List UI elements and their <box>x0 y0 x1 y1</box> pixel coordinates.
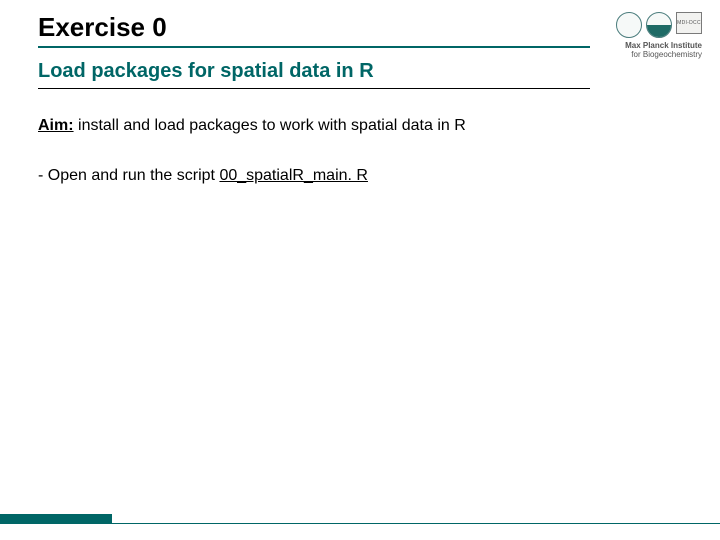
instruction-prefix: - Open and run the script <box>38 167 219 184</box>
title-underline <box>38 46 590 48</box>
subheading: Load packages for spatial data in R <box>38 60 374 83</box>
globe-logo-icon <box>646 12 672 38</box>
slide-title: Exercise 0 <box>38 12 167 49</box>
aim-text: install and load packages to work with s… <box>74 117 466 134</box>
institute-name: Max Planck Institute for Biogeochemistry <box>625 42 702 60</box>
script-filename: 00_spatialR_main. R <box>219 167 368 184</box>
title-row: Exercise 0 MDI-DCC <box>38 12 702 49</box>
subheading-underline <box>38 88 590 89</box>
aim-line: Aim: install and load packages to work w… <box>38 117 466 135</box>
slide: Exercise 0 MDI-DCC Max Planck Institute … <box>0 0 720 540</box>
logo-group: MDI-DCC <box>616 12 702 38</box>
aim-label: Aim: <box>38 117 74 134</box>
institute-line2: for Biogeochemistry <box>625 51 702 60</box>
minerva-logo-icon <box>616 12 642 38</box>
mdi-badge-icon: MDI-DCC <box>676 12 702 34</box>
footer-accent-bar <box>0 514 112 524</box>
instruction-line: - Open and run the script 00_spatialR_ma… <box>38 167 368 185</box>
